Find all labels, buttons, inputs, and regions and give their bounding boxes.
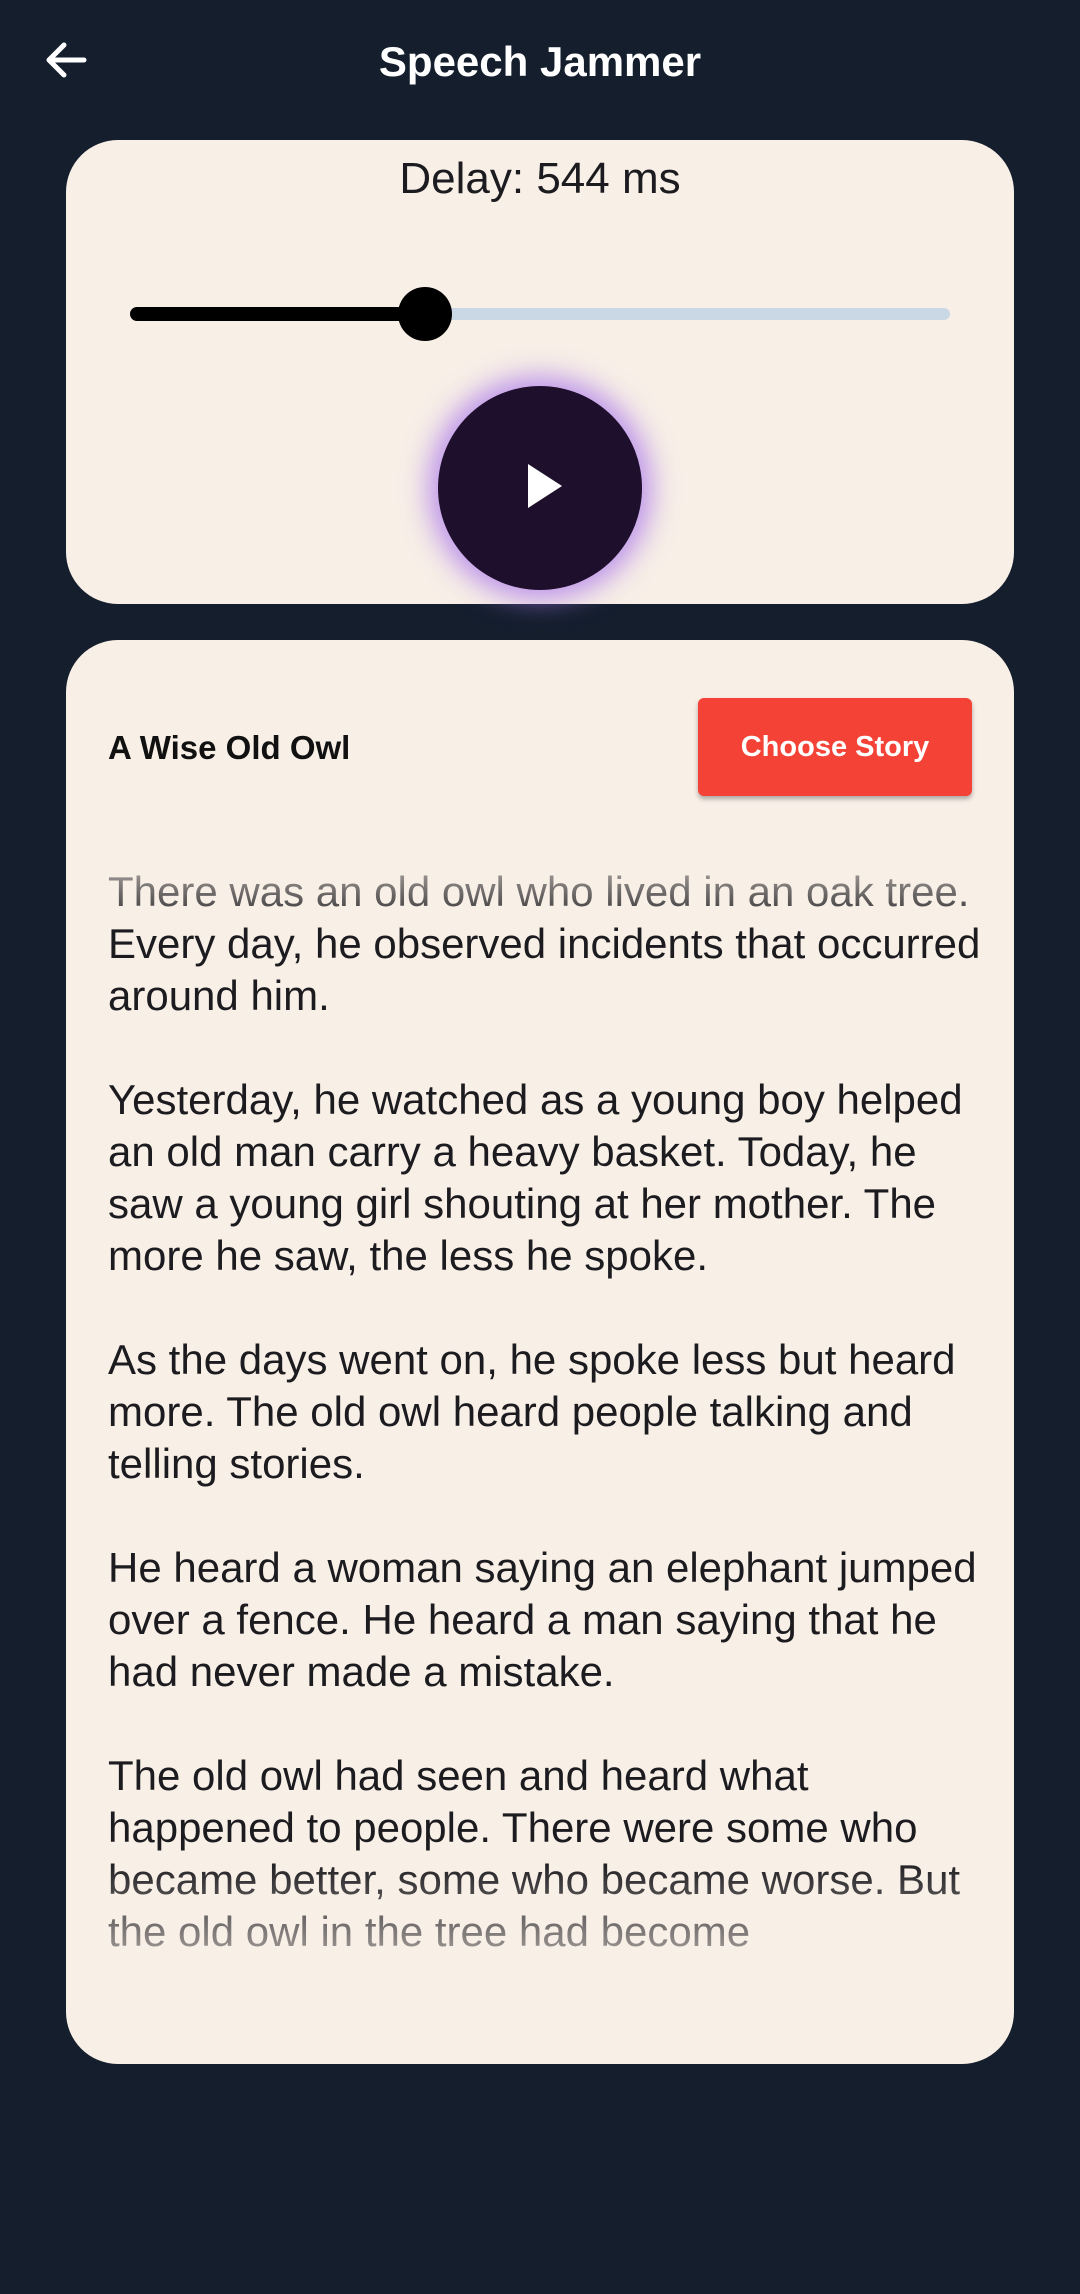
story-title: A Wise Old Owl (108, 729, 351, 766)
play-button[interactable] (438, 386, 642, 590)
app-bar: Speech Jammer (0, 0, 1080, 124)
story-paragraph: He heard a woman saying an elephant jump… (108, 1544, 977, 1695)
story-paragraph: Yesterday, he watched as a young boy hel… (108, 1076, 963, 1279)
delay-slider[interactable] (130, 282, 950, 346)
story-text: There was an old owl who lived in an oak… (108, 866, 988, 2012)
choose-story-button[interactable]: Choose Story (698, 698, 972, 796)
slider-thumb[interactable] (398, 287, 452, 341)
page-title: Speech Jammer (378, 38, 702, 85)
story-paragraph: As the days went on, he spoke less but h… (108, 1336, 956, 1487)
slider-active-track (130, 307, 425, 321)
story-paragraph: The old owl had seen and heard what happ… (108, 1752, 961, 1955)
play-icon (510, 456, 570, 521)
story-paragraph: There was an old owl who lived in an oak… (108, 868, 981, 1019)
delay-label: Delay: 544 ms (399, 154, 681, 203)
